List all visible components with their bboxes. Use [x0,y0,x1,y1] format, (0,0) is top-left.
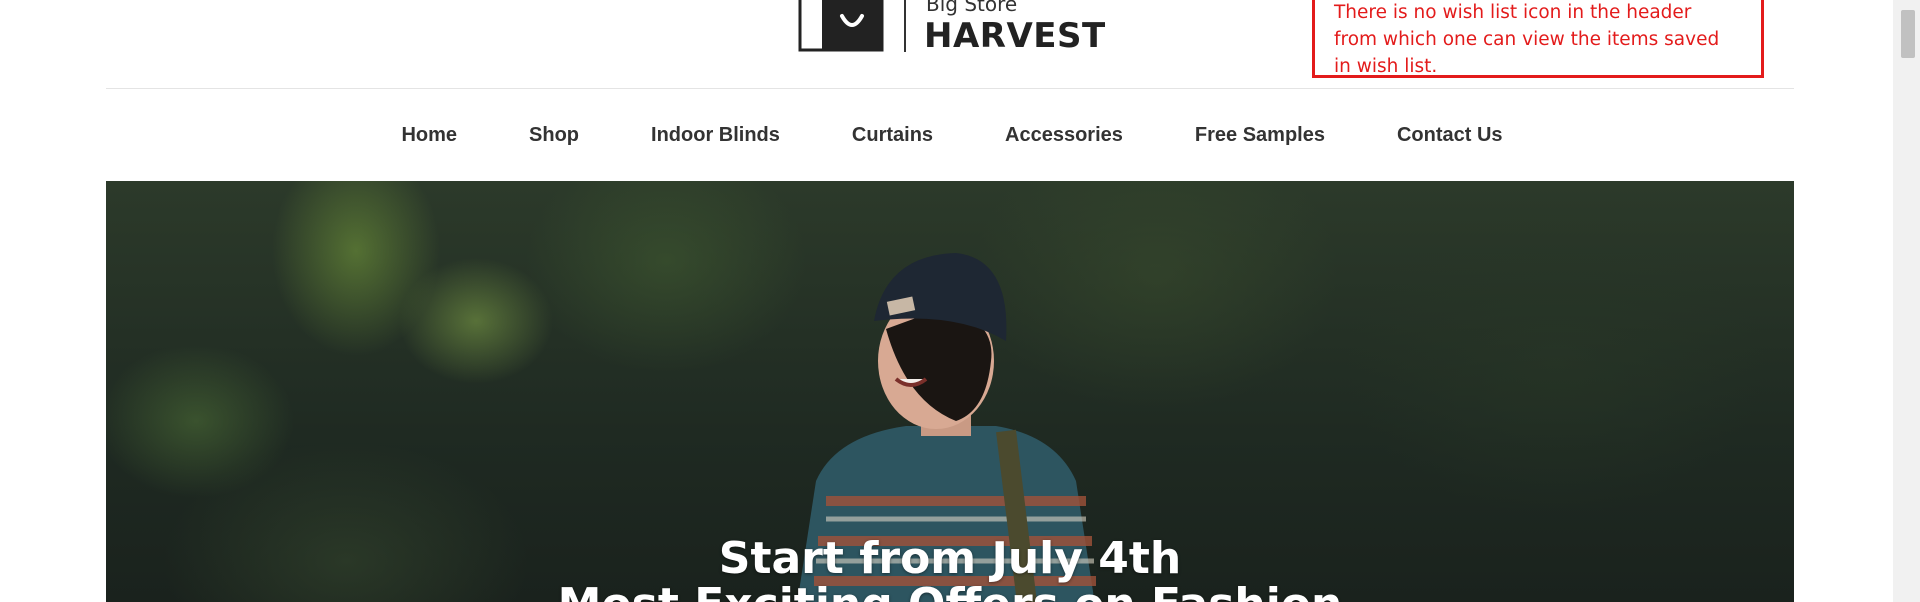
nav-item-indoor-blinds[interactable]: Indoor Blinds [651,124,780,147]
logo-name: HARVEST [924,16,1106,56]
vertical-scrollbar[interactable] [1893,0,1920,602]
logo-subtitle: Big Store [926,0,1018,16]
nav-item-shop[interactable]: Shop [529,124,579,147]
page: Big Store HARVEST There is no wish list … [0,0,1920,602]
hero-subheadline: Most Exciting Offers on Fashion [106,579,1794,602]
nav-item-contact-us[interactable]: Contact Us [1397,124,1503,147]
hero-banner[interactable]: Start from July 4th Most Exciting Offers… [106,181,1794,602]
annotation-line: from which one can view the items saved [1334,29,1720,50]
hero-headline: Start from July 4th [718,533,1182,584]
logo-divider [904,0,906,52]
annotation-note: There is no wish list icon in the header… [1312,0,1764,78]
nav-item-accessories[interactable]: Accessories [1005,124,1123,147]
nav-item-home[interactable]: Home [401,124,457,147]
nav-item-free-samples[interactable]: Free Samples [1195,124,1325,147]
nav-item-curtains[interactable]: Curtains [852,124,933,147]
scrollbar-thumb[interactable] [1901,10,1915,58]
annotation-line: There is no wish list icon in the header [1334,2,1692,23]
annotation-line: in wish list. [1334,56,1438,77]
main-nav: Home Shop Indoor Blinds Curtains Accesso… [106,89,1794,181]
shopping-bag-icon [798,0,884,52]
